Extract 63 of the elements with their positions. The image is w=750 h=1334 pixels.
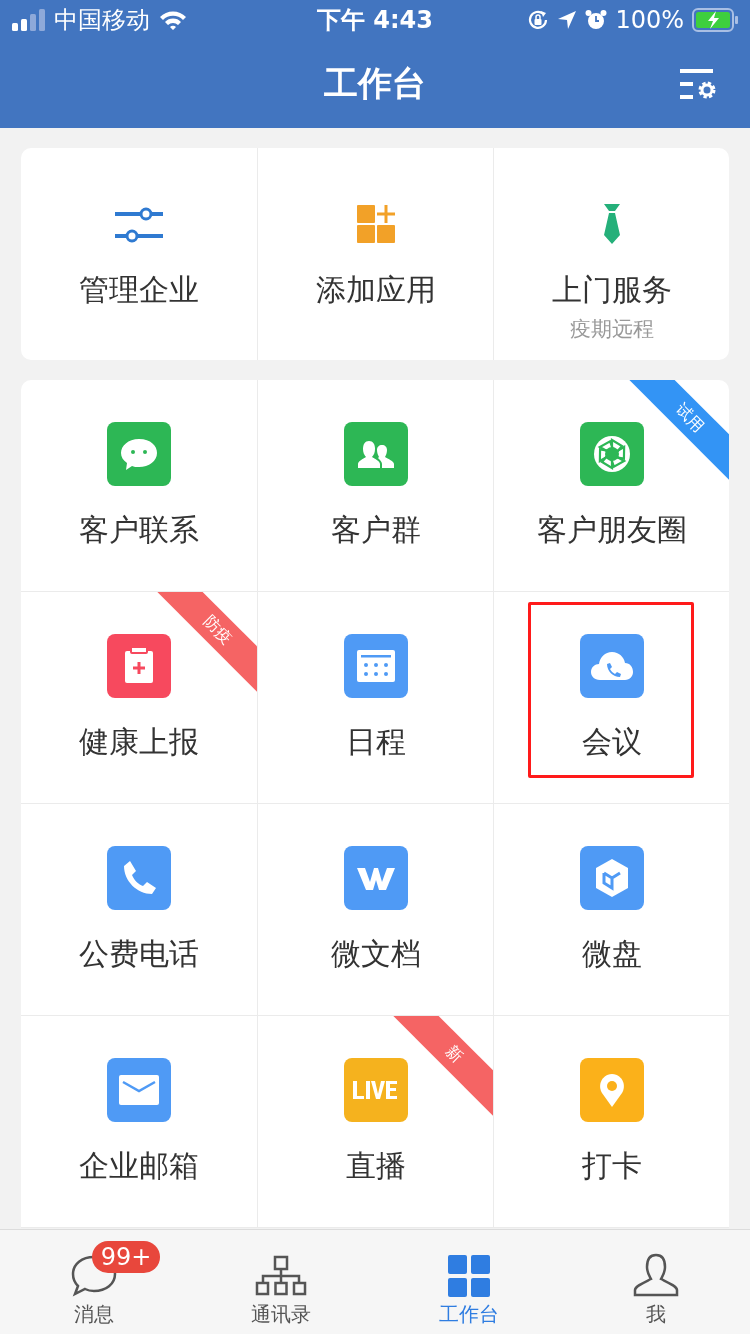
app-label: 微文档 [330, 935, 421, 973]
status-time: 下午 4:43 [316, 5, 434, 36]
calendar-icon [343, 634, 408, 698]
app-label: 客户群 [330, 511, 421, 549]
add-app-icon [355, 202, 396, 246]
person-icon [633, 1253, 680, 1297]
app-label: 直播 [345, 1147, 406, 1185]
tab-item[interactable]: 通讯录 [187, 1230, 375, 1334]
unread-badge: 99+ [91, 1241, 161, 1273]
app-tile[interactable]: 日程 [257, 592, 493, 804]
app-tile[interactable]: 健康上报 防疫 [21, 592, 257, 804]
app-tile[interactable]: 微文档 [257, 804, 493, 1016]
quick-action[interactable]: 添加应用 [257, 148, 493, 360]
tab-item[interactable]: 工作台 [375, 1230, 563, 1334]
app-tile[interactable]: 客户联系 [21, 380, 257, 592]
tab-item[interactable]: 我 [562, 1230, 750, 1334]
clipboard-icon [107, 634, 171, 698]
quick-action[interactable]: 上门服务 疫期远程 [493, 148, 729, 360]
chat-icon [107, 422, 171, 486]
app-label: 微盘 [581, 935, 642, 973]
alarm-icon [585, 9, 608, 31]
tab-item[interactable]: 99+ 消息 [0, 1230, 188, 1334]
page-title: 工作台 [324, 62, 426, 105]
app-tile[interactable]: 微盘 [493, 804, 729, 1016]
app-tile[interactable]: 直播 新 [257, 1016, 493, 1228]
app-label: 企业邮箱 [79, 1147, 199, 1185]
live-icon [343, 1058, 408, 1122]
action-label: 添加应用 [315, 271, 436, 309]
app-label: 客户联系 [79, 511, 199, 549]
app-tile[interactable]: 客户群 [257, 380, 493, 592]
app-label: 客户朋友圈 [536, 511, 687, 549]
app-label: 公费电话 [79, 935, 199, 973]
app-tile[interactable]: 客户朋友圈 试用 [493, 380, 729, 592]
app-label: 日程 [345, 723, 406, 761]
app-tile[interactable]: 企业邮箱 [21, 1016, 257, 1228]
grid-icon [447, 1255, 490, 1297]
action-label: 管理企业 [79, 271, 199, 309]
cube-icon [579, 846, 644, 910]
aperture-icon [579, 422, 644, 486]
battery-percent: 100% [615, 6, 684, 34]
app-tile[interactable]: 打卡 [493, 1016, 729, 1228]
app-tile[interactable]: 公费电话 [21, 804, 257, 1016]
org-chart-icon [255, 1255, 308, 1297]
people-icon [343, 422, 408, 486]
cloudphone-icon [579, 634, 644, 698]
location-arrow-icon [557, 10, 578, 30]
signal-icon [12, 9, 46, 31]
battery-icon [692, 8, 738, 32]
app-label: 会议 [581, 723, 642, 761]
wifi-icon [158, 9, 188, 31]
action-subtitle: 疫期远程 [569, 316, 654, 343]
quick-action[interactable]: 管理企业 [21, 148, 257, 360]
tie-icon [602, 202, 621, 246]
app-label: 健康上报 [79, 723, 199, 761]
list-settings-icon[interactable] [680, 67, 718, 101]
mail-icon [107, 1058, 171, 1122]
pin-icon [579, 1058, 644, 1122]
phone-icon [107, 846, 171, 910]
carrier-name: 中国移动 [54, 5, 150, 36]
app-tile[interactable]: 会议 [493, 592, 729, 804]
app-label: 打卡 [581, 1147, 642, 1185]
rotation-lock-icon [527, 9, 550, 31]
action-label: 上门服务 [551, 271, 672, 309]
